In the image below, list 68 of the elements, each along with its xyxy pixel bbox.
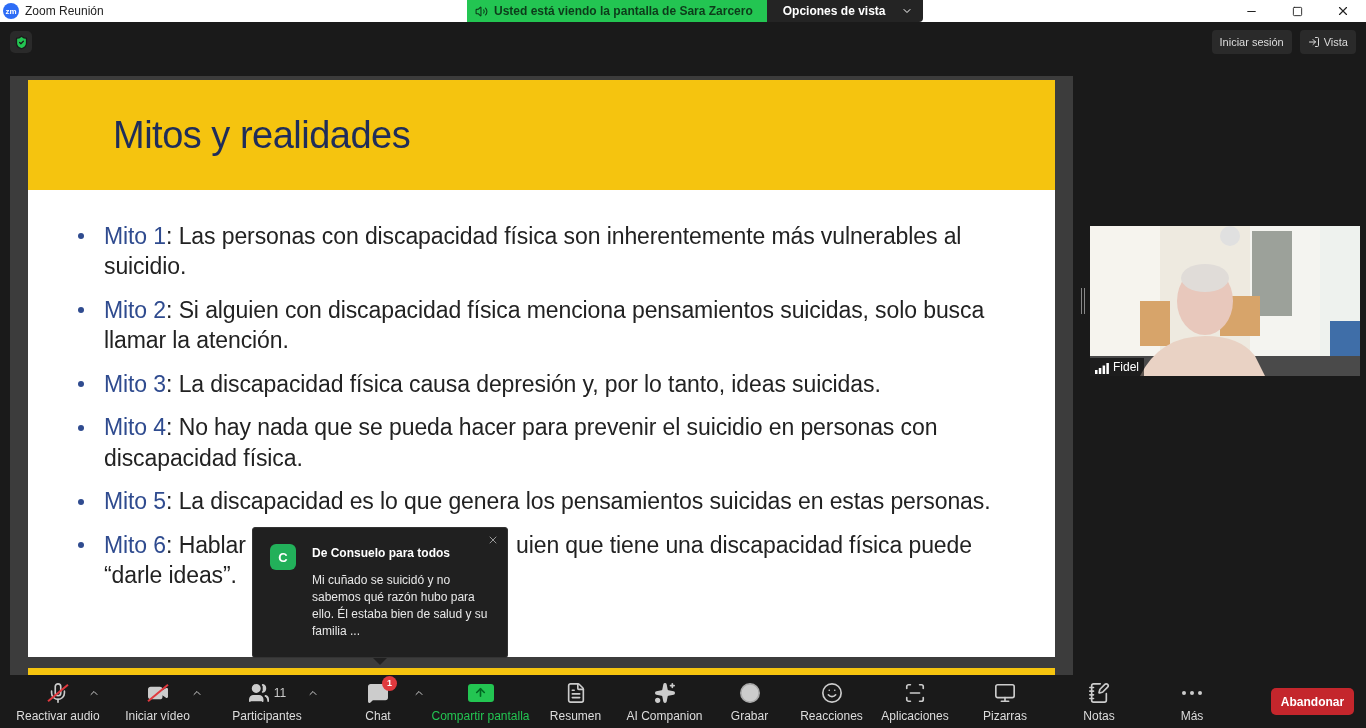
chat-sender: De Consuelo para todos: [312, 546, 452, 560]
whiteboard-icon: [994, 681, 1016, 704]
notebook-icon: [1088, 681, 1110, 704]
chat-message: Mi cuñado se suicidó y no sabemos qué razón hubo para ello. Él estaba bien de salud y su familia ...: [312, 572, 489, 640]
bullet-dot: [78, 381, 84, 387]
bullet-dot: [78, 424, 84, 431]
slide-title: Mitos y realidades: [113, 113, 411, 157]
myth-text: : Si alguien con discapacidad física menciona pensamientos suicidas, solo busca: [166, 296, 985, 324]
bullet-dot: [78, 498, 84, 505]
drag-handle[interactable]: [1081, 287, 1085, 314]
maximize-icon[interactable]: [1291, 5, 1303, 17]
bullet-dot: [78, 233, 84, 239]
myth-text: : La discapacidad física causa depresión y, por lo tanto, ideas suicidas.: [166, 370, 881, 398]
view-options-button[interactable]: Opciones de vista: [766, 0, 924, 22]
toolbar-button[interactable]: Más: [1146, 680, 1238, 723]
toolbar-button[interactable]: Iniciar vídeo: [106, 680, 209, 723]
panel-icon: [1307, 36, 1320, 48]
app-logo: zm: [3, 3, 19, 19]
sender-avatar: C: [270, 544, 296, 570]
myth-text: : Las personas con discapacidad física son inherentemente más vulnerables al: [166, 222, 962, 250]
popup-pointer: [373, 658, 387, 665]
myth-label: Mito 3: [104, 370, 167, 398]
myth-text: : No hay nada que se pueda hacer para prevenir el suicidio en personas con: [166, 414, 938, 442]
unread-badge: 1: [382, 675, 397, 691]
toolbar-button[interactable]: Grabar: [708, 680, 791, 723]
toolbar-button[interactable]: Resumen: [530, 680, 621, 723]
apps-icon: [904, 681, 926, 704]
chat-bubble-icon: [367, 681, 389, 704]
toolbar-button[interactable]: AI Companion: [621, 680, 708, 723]
chat-notification[interactable]: C De Consuelo para todos Mi cuñado se suicidó y no sabemos qué razón hubo para ello. Él estaba bien de salud y su familia ...: [252, 527, 508, 658]
bullet-dot: [78, 307, 84, 313]
toolbar-button[interactable]: Reactivar audio: [10, 680, 106, 723]
participant-name-text: Fidel: [1113, 359, 1139, 374]
share-banner-text: Usted está viendo la pantalla de Sara Zarcero: [494, 4, 753, 18]
toolbar-button[interactable]: Reacciones: [791, 680, 872, 723]
myth-label: Mito 1: [104, 222, 167, 250]
people-icon: [247, 681, 270, 704]
sparkle-icon: [653, 681, 676, 704]
myth-label: Mito 6: [104, 531, 167, 559]
myth-text: : Hablar: [166, 531, 246, 559]
shield-icon[interactable]: [10, 31, 32, 53]
record-icon: [738, 681, 761, 704]
signal-icon: [1095, 362, 1109, 374]
participant-count: 11: [273, 685, 287, 700]
myth-text: “darle ideas”.: [104, 562, 237, 590]
close-icon[interactable]: [1336, 4, 1350, 18]
toolbar-button[interactable]: 11 Participantes: [209, 680, 325, 723]
smiley-icon: [820, 681, 843, 704]
myth-text: discapacidad física.: [104, 444, 303, 472]
toolbar-button[interactable]: Notas: [1052, 680, 1146, 723]
myth-label: Mito 2: [104, 296, 167, 324]
speaker-icon: [475, 4, 488, 18]
myth-text: uien que tiene una discapacidad física puede: [516, 531, 972, 559]
toolbar-button[interactable]: Aplicaciones: [872, 680, 958, 723]
myth-label: Mito 4: [104, 414, 167, 442]
toolbar-button[interactable]: Compartir pantalla: [431, 680, 530, 723]
view-button[interactable]: Vista: [1299, 30, 1356, 54]
myth-text: llamar la atención.: [104, 327, 289, 355]
close-icon[interactable]: [487, 534, 499, 546]
myth-label: Mito 5: [104, 488, 167, 516]
sign-in-button[interactable]: Iniciar sesión: [1211, 30, 1292, 54]
myth-text: : La discapacidad es lo que genera los pensamientos suicidas en estas personas.: [166, 488, 991, 516]
more-icon: [1182, 690, 1202, 695]
leave-button[interactable]: Abandonar: [1271, 688, 1354, 715]
toolbar-button[interactable]: Pizarras: [958, 680, 1052, 723]
window-title: Zoom Reunión: [25, 4, 104, 18]
myth-text: suicidio.: [104, 253, 187, 281]
bullet-dot: [78, 542, 84, 548]
